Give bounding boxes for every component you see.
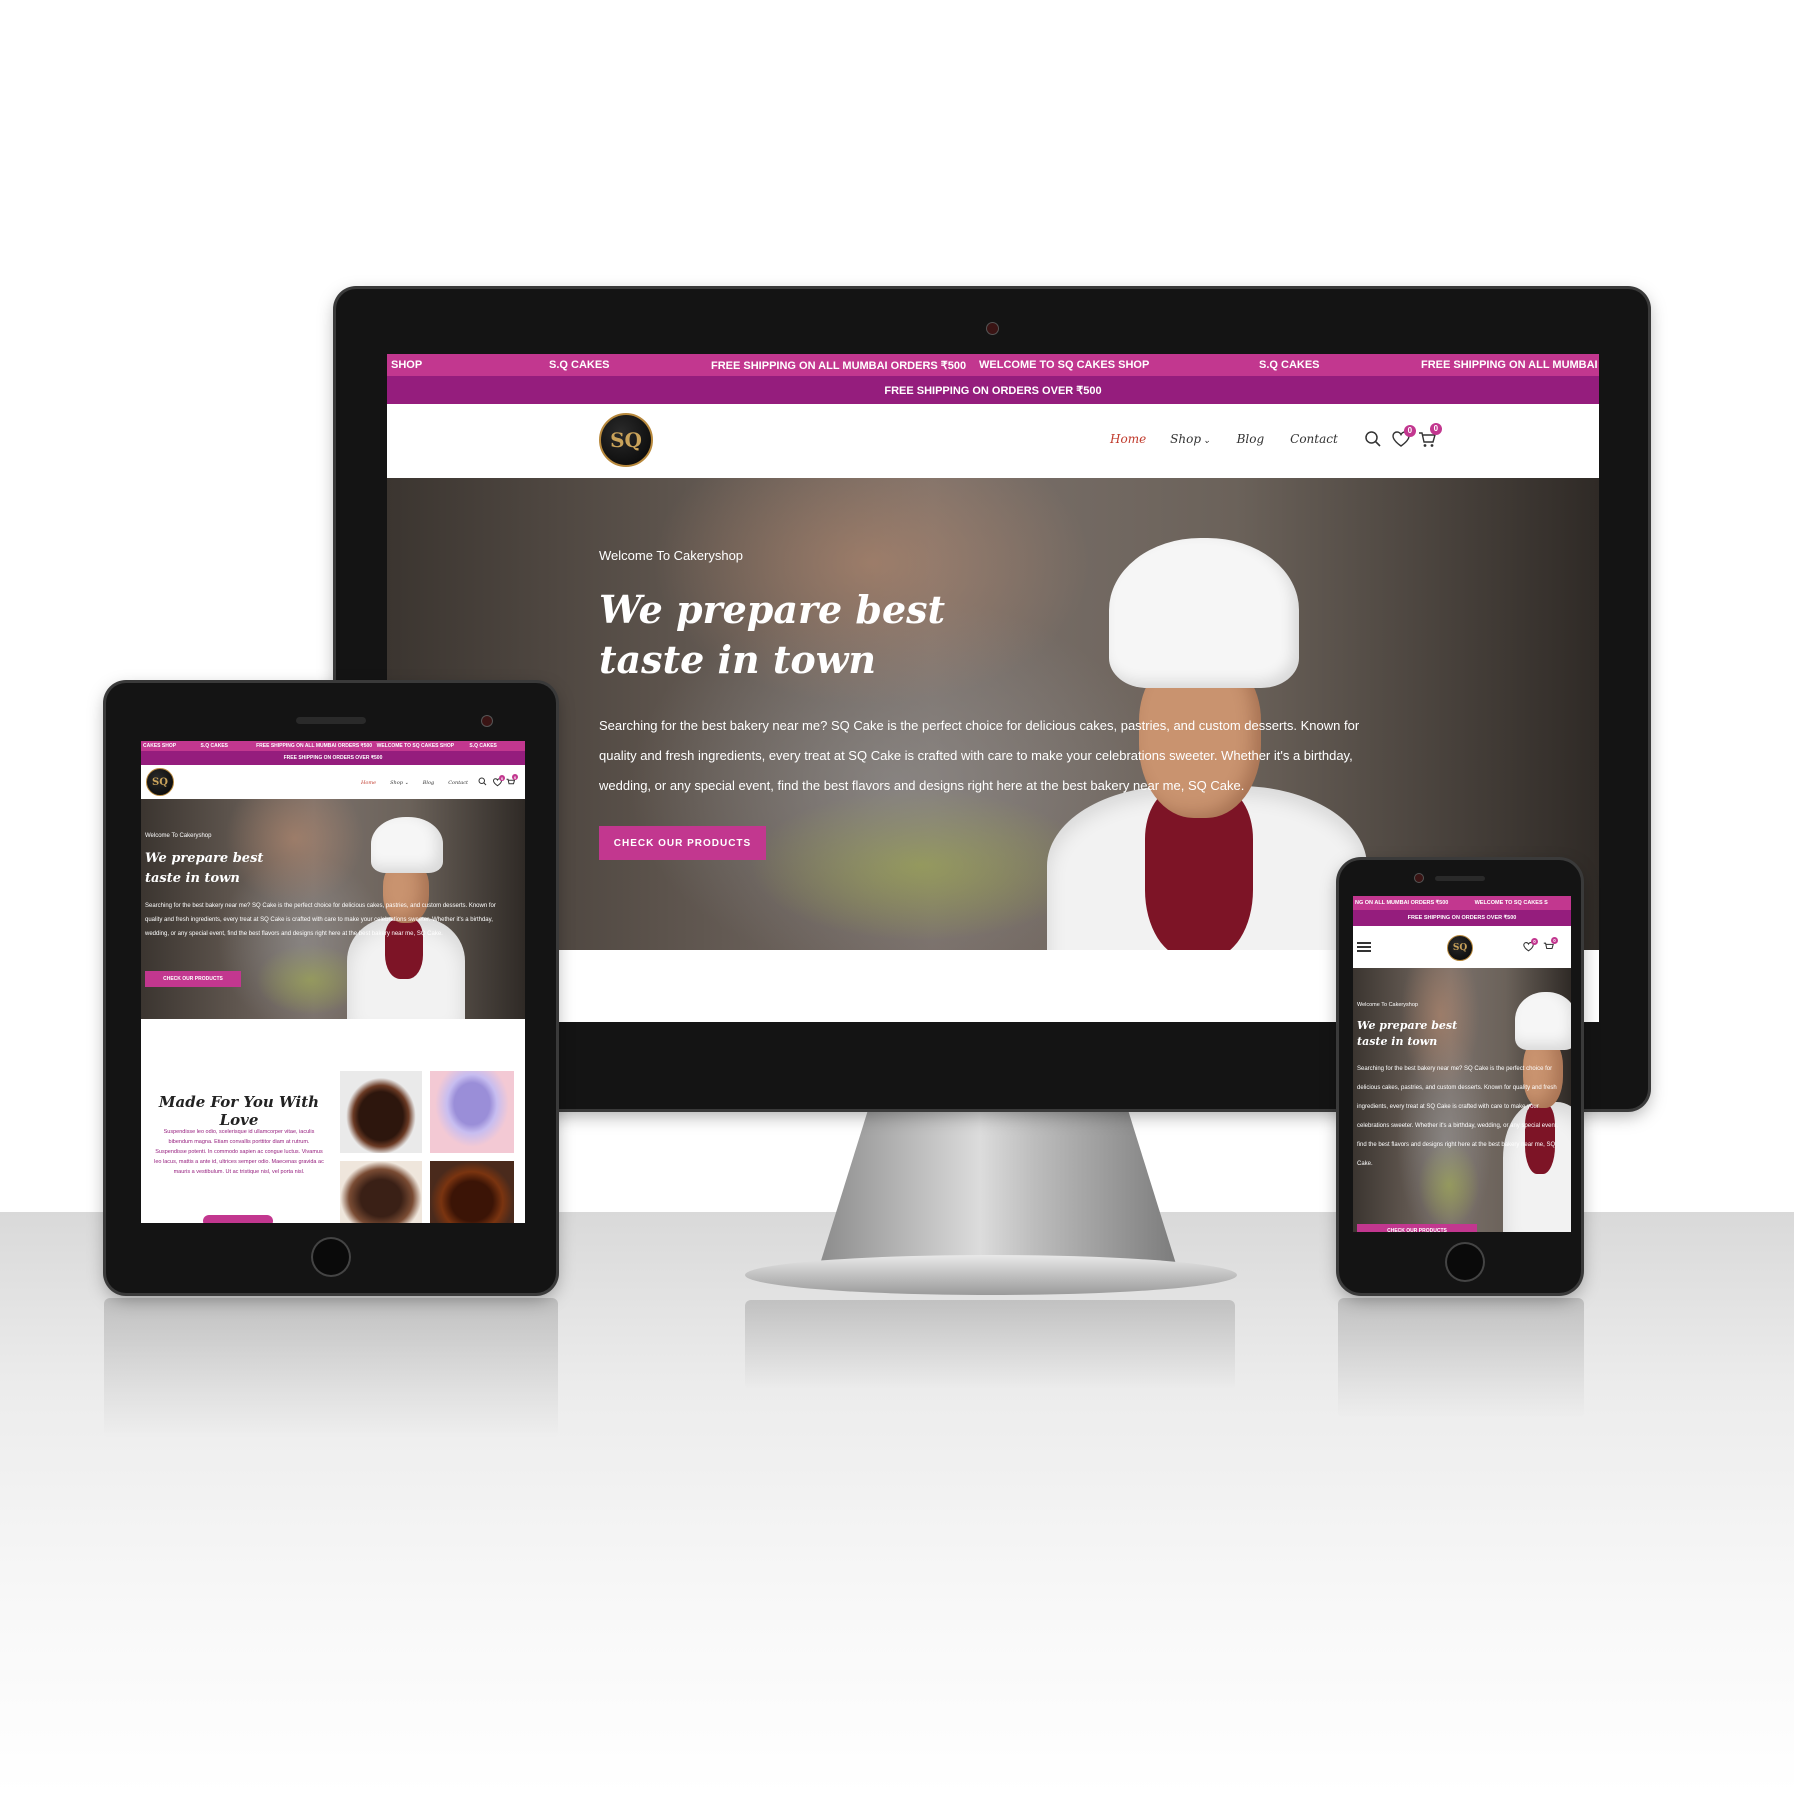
ticker-item: FREE SHIPPING ON ALL MUMBAI ORDERS ₹500: [711, 359, 967, 372]
monitor-stand-reflection: [745, 1300, 1235, 1390]
sq-logo[interactable]: SQ: [146, 768, 174, 796]
cake-image-lavender: [430, 1071, 514, 1153]
section-description: Suspendisse leo odio, scelerisque id ull…: [154, 1129, 324, 1175]
wishlist-icon[interactable]: 0: [493, 775, 506, 787]
monitor-stand-base: [745, 1255, 1237, 1295]
hero-eyebrow: Welcome To Cakeryshop: [145, 833, 212, 839]
wishlist-icon[interactable]: 0: [1392, 424, 1416, 448]
phone-camera: [1415, 874, 1423, 882]
search-icon[interactable]: [478, 777, 487, 788]
ticker-item: WELCOME TO SQ CAKES SHOP: [979, 359, 1150, 371]
section-button[interactable]: [203, 1215, 273, 1223]
site-header: SQ 0 0: [1353, 926, 1571, 968]
announcement-ticker: CAKES SHOP S.Q CAKES FREE SHIPPING ON AL…: [141, 741, 525, 751]
ticker-item: NG ON ALL MUMBAI ORDERS ₹500: [1355, 900, 1449, 906]
wishlist-icon[interactable]: 0: [1523, 938, 1538, 952]
phone-home-button[interactable]: [1447, 1244, 1483, 1280]
hero-banner: Welcome To Cakeryshop We prepare best ta…: [1353, 968, 1571, 1232]
hero-description: Searching for the best bakery near me? S…: [599, 718, 1360, 793]
announcement-ticker: NG ON ALL MUMBAI ORDERS ₹500 WELCOME TO …: [1353, 896, 1571, 910]
check-products-button[interactable]: CHECK OUR PRODUCTS: [145, 971, 241, 987]
nav-blog[interactable]: Blog: [1237, 432, 1265, 446]
nav-home[interactable]: Home: [361, 780, 376, 786]
ticker-item: S.Q CAKES: [200, 743, 228, 749]
site-header: SQ Home Shop ⌄ Blog Contact 0 0: [387, 404, 1599, 478]
hero-title: We prepare best taste in town: [1357, 1019, 1458, 1048]
tablet-reflection: [104, 1298, 558, 1438]
tablet-speaker: [296, 717, 366, 724]
sq-logo[interactable]: SQ: [1447, 935, 1473, 961]
check-products-button[interactable]: CHECK OUR PRODUCTS: [1357, 1224, 1477, 1232]
nav-home[interactable]: Home: [1110, 432, 1146, 446]
main-nav: Home Shop ⌄ Blog Contact 0 0: [361, 774, 519, 788]
ticker-item: FREE SHIPPING ON ALL MUMBAI C: [1421, 359, 1599, 371]
cart-icon[interactable]: 0: [1543, 937, 1558, 952]
shipping-bar: FREE SHIPPING ON ORDERS OVER ₹500: [141, 751, 525, 765]
cake-image-glaze: [430, 1161, 514, 1223]
cart-icon[interactable]: 0: [506, 774, 519, 787]
wishlist-count-badge: 0: [1531, 938, 1538, 945]
ticker-item: S.Q CAKES: [1259, 359, 1320, 371]
wishlist-count-badge: 0: [499, 775, 506, 781]
phone-screen: NG ON ALL MUMBAI ORDERS ₹500 WELCOME TO …: [1353, 896, 1571, 1232]
monitor-stand-neck: [820, 1104, 1176, 1264]
hero-title: We prepare best taste in town: [599, 587, 946, 682]
tablet-screen: CAKES SHOP S.Q CAKES FREE SHIPPING ON AL…: [141, 741, 525, 1223]
hero-eyebrow: Welcome To Cakeryshop: [1357, 1002, 1418, 1008]
hero-content: Welcome To Cakeryshop We prepare best ta…: [599, 548, 1399, 801]
cake-image-chocolate: [340, 1071, 422, 1153]
search-icon[interactable]: [1364, 430, 1382, 448]
nav-shop[interactable]: Shop ⌄: [1170, 432, 1210, 446]
hero-banner: Welcome To Cakeryshop We prepare best ta…: [141, 799, 525, 1019]
announcement-ticker: SHOP S.Q CAKES FREE SHIPPING ON ALL MUMB…: [387, 354, 1599, 376]
hero-content: Welcome To Cakeryshop We prepare best ta…: [145, 833, 519, 941]
tablet-home-button[interactable]: [313, 1239, 349, 1275]
nav-contact[interactable]: Contact: [1290, 432, 1338, 446]
ticker-item: WELCOME TO SQ CAKES S: [1474, 900, 1548, 906]
cart-icon[interactable]: 0: [1418, 422, 1442, 448]
cart-count-badge: 0: [1551, 937, 1558, 944]
site-header: SQ Home Shop ⌄ Blog Contact 0 0: [141, 765, 525, 799]
cake-image-choco-curl: [340, 1161, 422, 1223]
phone-reflection: [1338, 1298, 1584, 1418]
wishlist-count-badge: 0: [1403, 424, 1416, 437]
phone-speaker: [1435, 876, 1485, 881]
cart-count-badge: 0: [512, 774, 519, 780]
shipping-bar: FREE SHIPPING ON ORDERS OVER ₹500: [387, 376, 1599, 404]
ticker-item: WELCOME TO SQ CAKES SHOP: [376, 743, 455, 749]
check-products-button[interactable]: CHECK OUR PRODUCTS: [599, 826, 766, 860]
hero-title: We prepare best taste in town: [145, 851, 264, 886]
main-nav: Home Shop ⌄ Blog Contact 0 0: [1110, 422, 1442, 448]
ticker-item: S.Q CAKES: [469, 743, 497, 749]
nav-shop[interactable]: Shop ⌄: [390, 780, 409, 786]
hero-content: Welcome To Cakeryshop We prepare best ta…: [1357, 1002, 1567, 1192]
sq-logo[interactable]: SQ: [599, 413, 653, 467]
hamburger-menu-icon[interactable]: [1357, 942, 1371, 952]
ticker-item: S.Q CAKES: [549, 359, 610, 371]
ticker-item: CAKES SHOP: [143, 743, 177, 749]
monitor-camera: [987, 323, 998, 334]
nav-blog[interactable]: Blog: [423, 780, 434, 786]
shipping-bar: FREE SHIPPING ON ORDERS OVER ₹500: [1353, 910, 1571, 926]
chevron-down-icon: ⌄: [1203, 436, 1211, 446]
hero-description: Searching for the best bakery near me? S…: [1357, 1066, 1559, 1167]
nav-contact[interactable]: Contact: [448, 780, 468, 786]
hero-description: Searching for the best bakery near me? S…: [145, 903, 496, 937]
ticker-item: SHOP: [391, 359, 423, 371]
made-for-you-section: Made For You With Love Suspendisse leo o…: [141, 1019, 525, 1223]
cart-count-badge: 0: [1429, 422, 1442, 435]
section-title: Made For You With Love: [158, 1093, 320, 1129]
tablet-camera: [482, 716, 492, 726]
ticker-item: FREE SHIPPING ON ALL MUMBAI ORDERS ₹500: [256, 743, 373, 749]
hero-eyebrow: Welcome To Cakeryshop: [599, 548, 744, 563]
